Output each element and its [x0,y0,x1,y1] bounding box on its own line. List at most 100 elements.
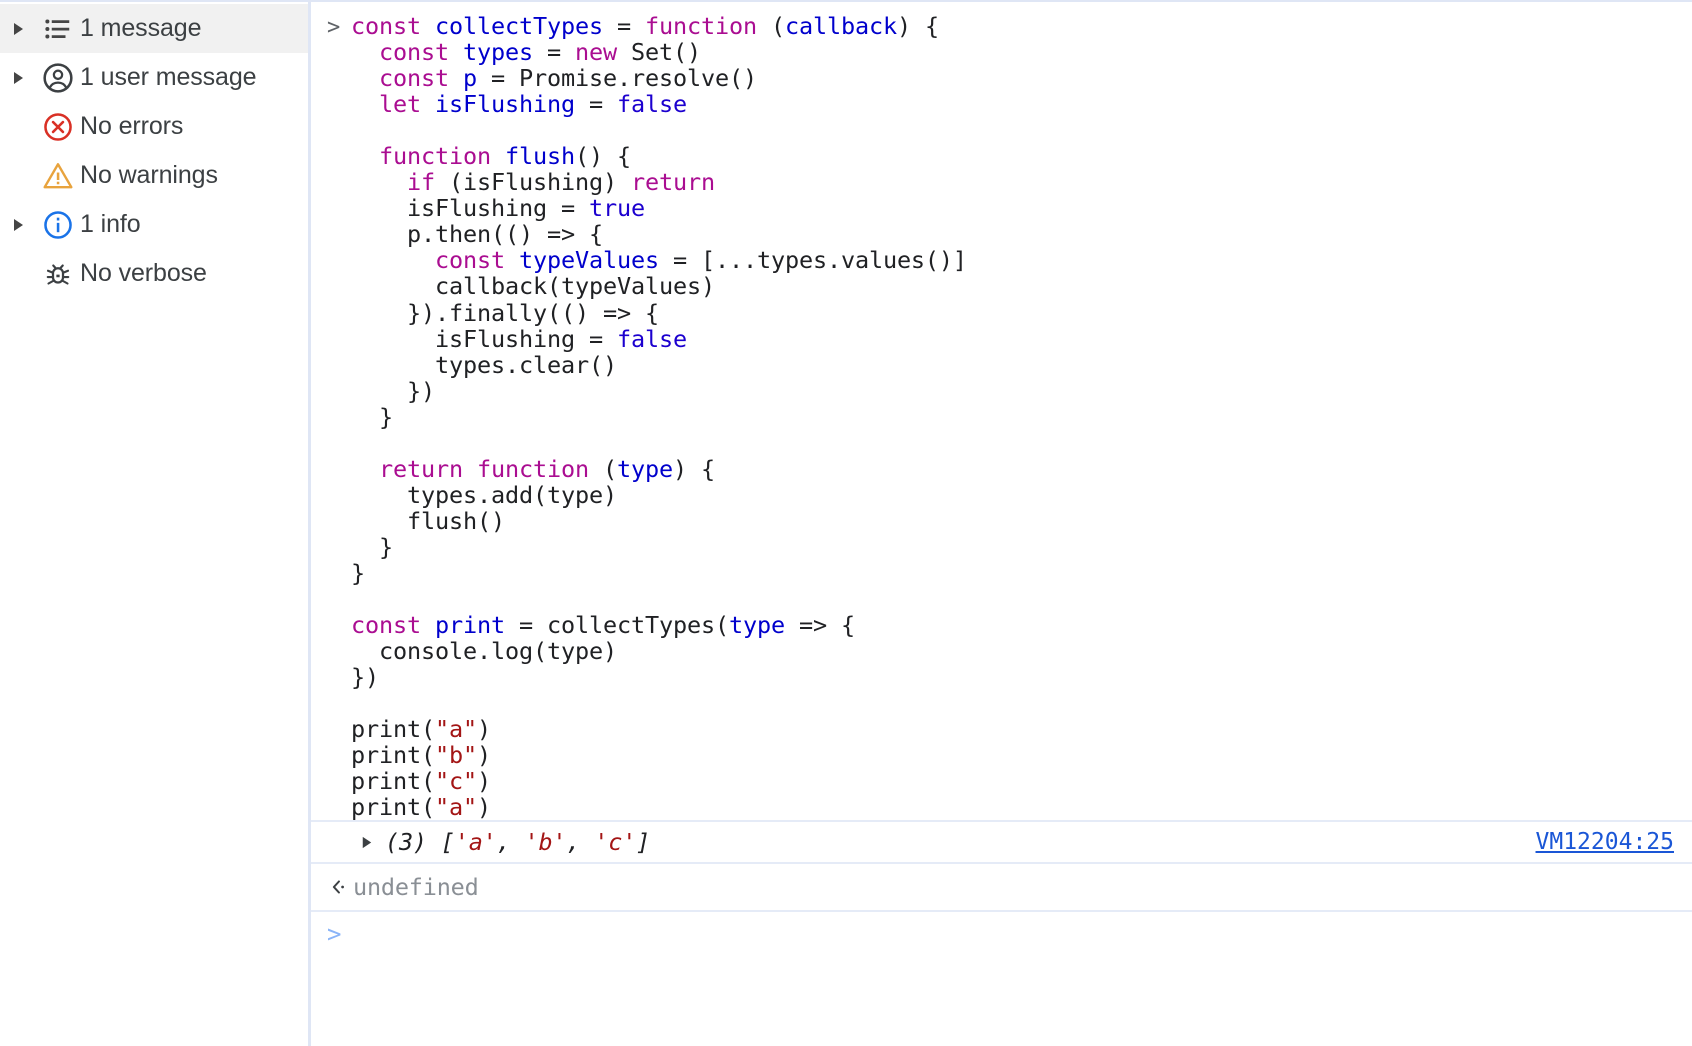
code-token: isFlushing = [351,194,589,223]
avatar-icon [36,62,80,94]
code-token: "b" [435,741,477,770]
code-token: ) [477,715,491,744]
bug-icon [36,259,80,289]
code-token: types [463,38,533,67]
sidebar-item-messages[interactable]: 1 message [0,4,308,53]
code-token: print( [351,715,435,744]
console-input-entry[interactable]: > const collectTypes = function (callbac… [311,2,1692,820]
code-token: ) { [896,12,939,40]
code-token: true [588,194,645,223]
code-token: = [533,38,575,67]
code-token: p.then(() => { [351,220,603,249]
prompt-chevron-icon: > [327,920,342,949]
console-prompt-row[interactable]: > [311,912,1692,956]
code-token: flush() [351,506,505,535]
code-token: const [351,64,463,93]
code-token: typeValues [518,246,659,275]
code-token: } [351,558,365,587]
result-token: 'b' [524,828,567,857]
result-token: [ [426,828,455,857]
code-token: console.log(type) [351,637,617,666]
result-array-value: ['a', 'b', 'c'] [426,828,651,857]
console-eval-result-row: undefined [311,864,1692,913]
code-token: "a" [435,715,477,744]
console-prompt-input[interactable] [353,919,1692,950]
code-token: types.clear() [351,350,617,379]
code-token: print( [351,767,435,796]
console-result-row[interactable]: (3) ['a', 'b', 'c'] VM12204:25 [311,820,1692,865]
result-token: , [496,828,525,857]
code-token: callback [784,12,897,40]
code-token: ( [756,12,785,40]
code-token: if [407,168,435,197]
return-arrow-icon [327,876,353,898]
code-token: flush [504,142,575,171]
code-token: isFlushing = [351,324,617,353]
sidebar-item-verbose[interactable]: No verbose [0,249,308,298]
code-token: ) [477,767,491,796]
code-token: callback(typeValues) [351,272,715,301]
sidebar-item-label: No errors [80,112,184,140]
code-token: collectTypes [435,12,603,40]
expand-triangle-icon[interactable] [0,70,36,86]
code-token: ) { [672,454,715,483]
code-token: type [728,611,785,640]
code-token: }) [351,663,379,692]
code-token: "c" [435,767,477,796]
code-token: = collectTypes( [505,611,729,640]
sidebar-item-label: 1 info [80,210,141,238]
result-token: 'a' [454,828,497,857]
code-token: const [351,12,435,40]
expand-triangle-icon[interactable] [359,835,385,850]
code-token: } [351,532,393,561]
sidebar-item-errors[interactable]: No errors [0,102,308,151]
code-token: } [351,402,393,431]
code-token: => { [784,611,855,640]
result-token: ] [636,828,651,857]
sidebar-item-user-messages[interactable]: 1 user message [0,53,308,102]
code-token: "a" [435,793,477,822]
code-token: false [616,324,687,353]
source-location-link[interactable]: VM12204:25 [1536,829,1674,855]
console-output-area[interactable]: > const collectTypes = function (callbac… [311,2,1692,1046]
code-token: = Promise.resolve() [477,64,757,93]
info-icon [36,209,80,241]
expand-triangle-icon[interactable] [0,217,36,233]
code-token: const [351,611,435,640]
code-token: ) [477,793,491,822]
code-token: return [630,168,715,197]
expand-triangle-icon[interactable] [0,21,36,37]
code-token: ( [602,454,617,483]
eval-result-value: undefined [353,873,479,902]
code-token: const [351,246,519,275]
code-token: function [351,142,505,171]
console-sidebar: 1 message 1 user message No errors No wa… [0,2,311,1046]
sidebar-item-info[interactable]: 1 info [0,200,308,249]
code-token: ) [477,741,491,770]
code-token: let [351,90,435,119]
code-token: print [435,611,505,640]
code-token: = [602,12,645,40]
result-count: (3) [385,828,427,857]
sidebar-item-label: No warnings [80,161,218,189]
code-token: = [574,90,617,119]
code-token: () { [574,142,631,171]
sidebar-item-label: 1 user message [80,63,257,91]
list-icon [36,14,80,44]
input-prompt-chevron: > [327,15,341,40]
code-token: const [351,38,463,67]
sidebar-item-warnings[interactable]: No warnings [0,151,308,200]
code-token: print( [351,741,435,770]
code-token: print( [351,793,435,822]
code-token: }) [351,376,435,405]
code-token: type [616,454,673,483]
error-icon [36,111,80,143]
code-token: (isFlushing) [435,168,631,197]
console-source-code: const collectTypes = function (callback)… [351,13,967,820]
result-token: , [566,828,595,857]
code-token: return function [351,454,603,483]
code-token: Set() [617,38,701,67]
code-token: = [...types.values()] [658,246,967,275]
code-token: function [644,12,757,40]
